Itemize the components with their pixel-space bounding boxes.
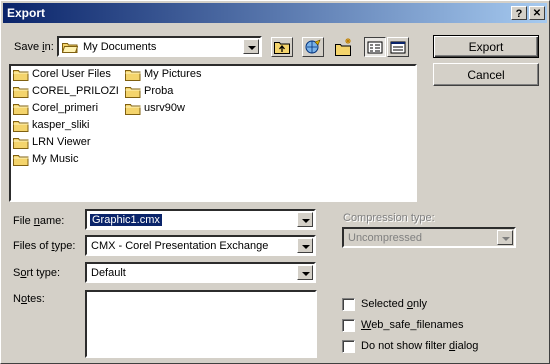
- files-of-type-dropdown-button[interactable]: [297, 238, 313, 253]
- title-bar[interactable]: Export ? ✕: [3, 3, 547, 23]
- chevron-down-icon: [302, 272, 310, 276]
- folder-icon: [125, 104, 141, 115]
- list-view-button[interactable]: [364, 37, 386, 57]
- create-new-folder-button[interactable]: [333, 37, 355, 57]
- file-name: My Pictures: [144, 68, 202, 80]
- sort-type-value: Default: [91, 267, 126, 279]
- file-name: COREL_PRILOZI: [32, 85, 119, 97]
- compression-type-value: Uncompressed: [348, 232, 422, 244]
- folder-icon: [13, 87, 29, 98]
- folder-icon: [13, 121, 29, 132]
- export-button[interactable]: Export: [433, 35, 539, 58]
- folder-icon: [13, 138, 29, 149]
- save-in-value: My Documents: [83, 41, 157, 53]
- save-in-combo[interactable]: My Documents: [57, 36, 262, 57]
- compression-type-label: Compression type:: [343, 212, 435, 224]
- files-of-type-select[interactable]: CMX - Corel Presentation Exchange: [85, 235, 316, 256]
- close-button[interactable]: ✕: [529, 6, 545, 20]
- file-name: Corel_primeri: [32, 102, 99, 114]
- sort-type-label: Sort type:: [13, 267, 61, 279]
- selected-only-checkbox[interactable]: [342, 298, 355, 311]
- dialog-title: Export: [7, 6, 46, 20]
- folder-icon: [13, 70, 29, 81]
- list-view-icon: [367, 41, 383, 54]
- file-name-dropdown-button[interactable]: [297, 212, 313, 227]
- save-in-dropdown-button[interactable]: [243, 39, 259, 54]
- no-filter-dialog-label[interactable]: Do not show filter dialog: [361, 340, 478, 352]
- files-of-type-value: CMX - Corel Presentation Exchange: [91, 240, 269, 252]
- chevron-down-icon: [502, 237, 510, 241]
- cancel-button[interactable]: Cancel: [433, 63, 539, 86]
- folder-icon: [125, 70, 141, 81]
- export-dialog: Export ? ✕ Save in: My Documents Corel U…: [0, 0, 550, 364]
- sort-type-dropdown-button[interactable]: [297, 265, 313, 280]
- file-name: Corel User Files: [32, 68, 111, 80]
- up-one-level-button[interactable]: [271, 37, 293, 57]
- file-name-input[interactable]: Graphic1.cmx: [85, 209, 316, 230]
- file-name: usrv90w: [144, 102, 185, 114]
- details-view-button[interactable]: [387, 37, 409, 57]
- compression-dropdown-button: [497, 230, 513, 245]
- file-name: LRN Viewer: [32, 136, 91, 148]
- folder-icon: [13, 155, 29, 166]
- file-name: kasper_sliki: [32, 119, 90, 131]
- file-list[interactable]: Corel User Files My Pictures COREL_PRILOZI…: [9, 64, 417, 202]
- folder-up-icon: [274, 42, 290, 54]
- web-safe-filenames-checkbox[interactable]: [342, 319, 355, 332]
- details-view-icon: [390, 41, 406, 54]
- search-web-button[interactable]: [302, 37, 324, 57]
- notes-textarea[interactable]: [85, 290, 317, 358]
- file-name: My Music: [32, 153, 79, 165]
- file-name-label: File name:: [13, 215, 65, 227]
- chevron-down-icon: [302, 219, 310, 223]
- files-of-type-label: Files of type:: [13, 240, 76, 252]
- sort-type-select[interactable]: Default: [85, 262, 316, 283]
- chevron-down-icon: [248, 46, 256, 50]
- help-button[interactable]: ?: [511, 6, 527, 20]
- web-safe-filenames-label[interactable]: Web_safe_filenames: [361, 319, 464, 331]
- file-name-value: Graphic1.cmx: [89, 213, 163, 227]
- no-filter-dialog-checkbox[interactable]: [342, 340, 355, 353]
- file-name: Proba: [144, 85, 174, 97]
- cancel-button-label: Cancel: [467, 67, 505, 82]
- folder-icon: [13, 104, 29, 115]
- save-in-label: Save in:: [14, 41, 54, 53]
- export-button-label: Export: [468, 39, 504, 54]
- notes-label: Notes:: [13, 293, 45, 305]
- folder-icon: [125, 87, 141, 98]
- compression-type-select: Uncompressed: [342, 227, 516, 248]
- new-folder-icon: [335, 38, 351, 56]
- selected-only-label[interactable]: Selected only: [361, 298, 427, 310]
- folder-open-icon: [62, 43, 78, 53]
- chevron-down-icon: [302, 245, 310, 249]
- globe-search-icon: [305, 39, 321, 54]
